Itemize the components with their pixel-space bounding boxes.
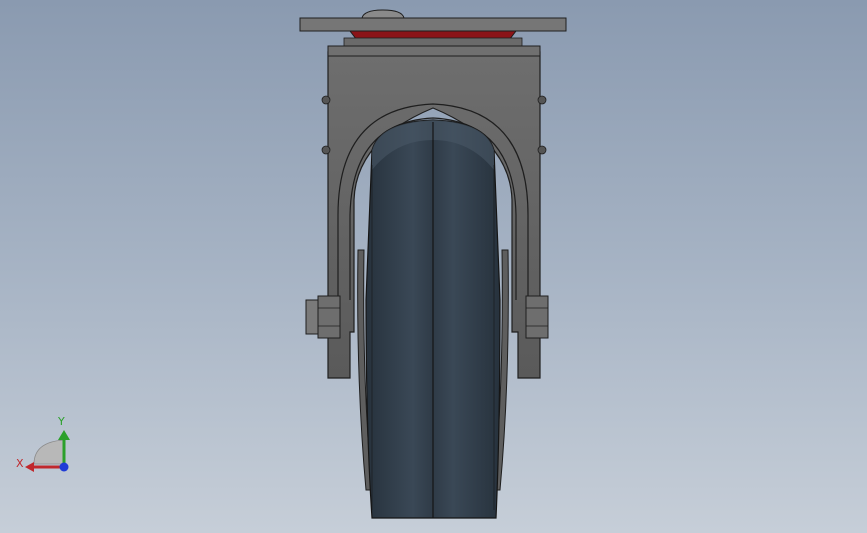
caster-wheel-model[interactable]: [0, 0, 867, 533]
axle-nut-left: [305, 295, 341, 339]
swivel-race: [343, 37, 523, 47]
orientation-triad[interactable]: X Y: [10, 410, 80, 482]
axle-nut-right: [525, 295, 549, 339]
fork-top-shoulder: [327, 45, 541, 57]
triad-x-label: X: [16, 457, 24, 470]
top-plate: [299, 17, 567, 32]
triad-graphic: [25, 430, 70, 472]
triad-y-label: Y: [58, 415, 65, 428]
graphics-viewport[interactable]: X Y: [0, 0, 867, 533]
kingpin-cap: [361, 9, 405, 19]
